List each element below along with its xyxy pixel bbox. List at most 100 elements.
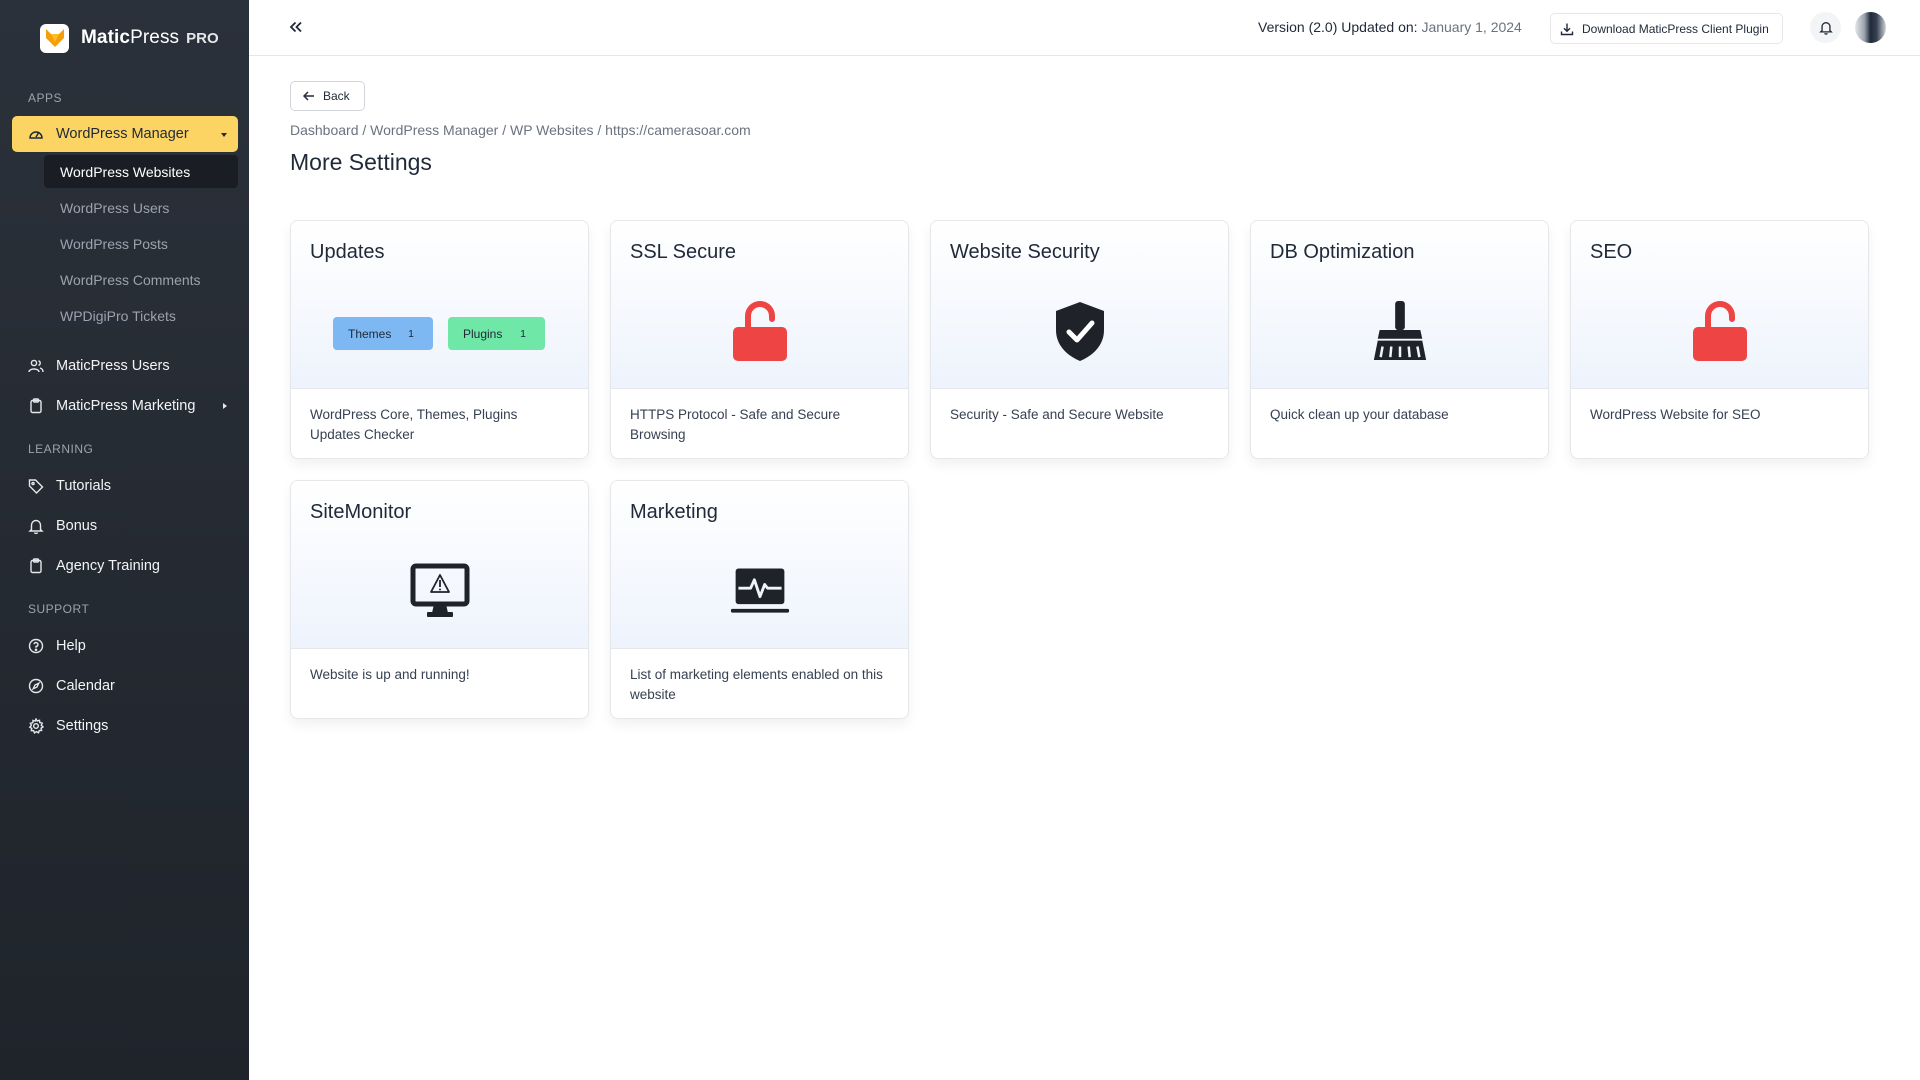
tag-icon bbox=[28, 478, 44, 494]
sidebar-item-settings[interactable]: Settings bbox=[12, 708, 238, 744]
plugins-badge-label: Plugins bbox=[463, 326, 503, 341]
laptop-pulse-icon bbox=[730, 559, 790, 623]
section-label-support: SUPPORT bbox=[28, 602, 90, 616]
version-date: January 1, 2024 bbox=[1421, 19, 1522, 35]
sidebar-subitem-wordpress-websites[interactable]: WordPress Websites bbox=[44, 155, 238, 188]
page-title: More Settings bbox=[290, 149, 432, 175]
themes-badge[interactable]: Themes 1 bbox=[333, 317, 433, 350]
user-avatar[interactable] bbox=[1855, 12, 1886, 43]
gear-icon bbox=[28, 718, 44, 734]
card-description: WordPress Core, Themes, Plugins Updates … bbox=[310, 407, 518, 442]
sidebar-item-label: Help bbox=[56, 638, 86, 654]
plugins-badge-count: 1 bbox=[520, 327, 526, 340]
sidebar-item-agency-training[interactable]: Agency Training bbox=[12, 548, 238, 584]
card-marketing[interactable]: Marketing List of marketing elements ena… bbox=[610, 480, 909, 719]
users-icon bbox=[28, 358, 44, 374]
brand[interactable]: MaticPress PRO bbox=[40, 23, 219, 53]
topbar: Version (2.0) Updated on: January 1, 202… bbox=[249, 0, 1920, 56]
card-title: SSL Secure bbox=[630, 241, 736, 263]
download-icon bbox=[1560, 22, 1574, 36]
sidebar-item-label: MaticPress Marketing bbox=[56, 398, 196, 414]
download-button-label: Download MaticPress Client Plugin bbox=[1582, 21, 1769, 36]
card-description: Quick clean up your database bbox=[1270, 407, 1449, 422]
brand-name: MaticPress bbox=[81, 27, 180, 48]
sidebar-item-wordpress-manager[interactable]: WordPress Manager bbox=[12, 116, 238, 152]
sidebar-item-bonus[interactable]: Bonus bbox=[12, 508, 238, 544]
help-circle-icon bbox=[28, 638, 44, 654]
clipboard-icon bbox=[28, 398, 44, 414]
back-button[interactable]: Back bbox=[290, 81, 365, 111]
card-header: Website Security bbox=[931, 221, 1228, 389]
sidebar-subitem-wpdigipro-tickets[interactable]: WPDigiPro Tickets bbox=[44, 299, 238, 332]
unlocked-padlock-icon bbox=[730, 299, 790, 363]
breadcrumb-separator: / bbox=[597, 122, 602, 138]
card-description: Security - Safe and Secure Website bbox=[950, 407, 1164, 422]
sidebar-item-label: WordPress Manager bbox=[56, 126, 189, 142]
card-db-optimization[interactable]: DB Optimization Quick clean up your data… bbox=[1250, 220, 1549, 459]
sidebar-item-help[interactable]: Help bbox=[12, 628, 238, 664]
card-updates[interactable]: Updates Themes 1 Plugins 1 WordPress Cor… bbox=[290, 220, 589, 459]
breadcrumb-dashboard[interactable]: Dashboard bbox=[290, 122, 359, 138]
collapse-sidebar-icon[interactable] bbox=[286, 17, 306, 37]
breadcrumb-wp-websites[interactable]: WP Websites bbox=[510, 122, 594, 138]
arrow-left-icon bbox=[303, 91, 315, 101]
sidebar-subitem-wordpress-comments[interactable]: WordPress Comments bbox=[44, 263, 238, 296]
card-website-security[interactable]: Website Security Security - Safe and Sec… bbox=[930, 220, 1229, 459]
card-title: SEO bbox=[1590, 241, 1633, 263]
clipboard-icon bbox=[28, 558, 44, 574]
sidebar-item-label: Agency Training bbox=[56, 558, 160, 574]
sidebar-item-calendar[interactable]: Calendar bbox=[12, 668, 238, 704]
bell-icon bbox=[1818, 20, 1833, 35]
sidebar-item-label: Calendar bbox=[56, 678, 115, 694]
card-sitemonitor[interactable]: SiteMonitor Website is up and running! bbox=[290, 480, 589, 719]
sidebar-item-maticpress-marketing[interactable]: MaticPress Marketing bbox=[12, 388, 238, 424]
card-header: SEO bbox=[1571, 221, 1868, 389]
card-seo[interactable]: SEO WordPress Website for SEO bbox=[1570, 220, 1869, 459]
section-label-apps: APPS bbox=[28, 91, 63, 105]
themes-badge-count: 1 bbox=[408, 327, 414, 340]
breadcrumb-separator: / bbox=[502, 122, 507, 138]
caret-down-icon bbox=[220, 126, 228, 142]
card-title: Marketing bbox=[630, 501, 718, 523]
breadcrumb-site-url: https://camerasoar.com bbox=[605, 122, 751, 138]
card-header: SiteMonitor bbox=[291, 481, 588, 649]
bell-icon bbox=[28, 518, 44, 534]
caret-right-icon bbox=[222, 398, 228, 414]
sidebar-subitem-wordpress-posts[interactable]: WordPress Posts bbox=[44, 227, 238, 260]
card-title: DB Optimization bbox=[1270, 241, 1415, 263]
card-title: SiteMonitor bbox=[310, 501, 412, 523]
breadcrumb-wordpress-manager[interactable]: WordPress Manager bbox=[370, 122, 498, 138]
card-description: HTTPS Protocol - Safe and Secure Browsin… bbox=[630, 407, 841, 442]
card-description: List of marketing elements enabled on th… bbox=[630, 667, 883, 702]
sidebar-item-label: Settings bbox=[56, 718, 109, 734]
sidebar-item-label: MaticPress Users bbox=[56, 358, 170, 374]
unlocked-padlock-icon bbox=[1690, 299, 1750, 363]
sidebar-item-tutorials[interactable]: Tutorials bbox=[12, 468, 238, 504]
version-text: Version (2.0) Updated on: bbox=[1258, 19, 1418, 35]
brand-pro-label: PRO bbox=[186, 29, 219, 47]
sidebar: MaticPress PRO APPS WordPress Manager Wo… bbox=[0, 0, 249, 1080]
themes-badge-label: Themes bbox=[348, 326, 392, 341]
card-title: Updates bbox=[310, 241, 385, 263]
card-ssl-secure[interactable]: SSL Secure HTTPS Protocol - Safe and Sec… bbox=[610, 220, 909, 459]
notifications-button[interactable] bbox=[1810, 12, 1841, 43]
breadcrumb: Dashboard / WordPress Manager / WP Websi… bbox=[290, 122, 751, 138]
version-info: Version (2.0) Updated on: January 1, 202… bbox=[1258, 19, 1522, 35]
card-description: Website is up and running! bbox=[310, 667, 470, 682]
gauge-icon bbox=[28, 126, 44, 142]
broom-icon bbox=[1370, 299, 1430, 363]
back-button-label: Back bbox=[323, 89, 350, 103]
download-client-plugin-button[interactable]: Download MaticPress Client Plugin bbox=[1550, 13, 1783, 44]
sidebar-item-label: Bonus bbox=[56, 518, 98, 534]
card-description: WordPress Website for SEO bbox=[1590, 407, 1761, 422]
sidebar-item-label: Tutorials bbox=[56, 478, 112, 494]
card-header: SSL Secure bbox=[611, 221, 908, 389]
card-header: Marketing bbox=[611, 481, 908, 649]
section-label-learning: LEARNING bbox=[28, 442, 94, 456]
sidebar-subitem-wordpress-users[interactable]: WordPress Users bbox=[44, 191, 238, 224]
plugins-badge[interactable]: Plugins 1 bbox=[448, 317, 545, 350]
card-title: Website Security bbox=[950, 241, 1100, 263]
card-header: DB Optimization bbox=[1251, 221, 1548, 389]
sidebar-item-maticpress-users[interactable]: MaticPress Users bbox=[12, 348, 238, 384]
breadcrumb-separator: / bbox=[362, 122, 367, 138]
